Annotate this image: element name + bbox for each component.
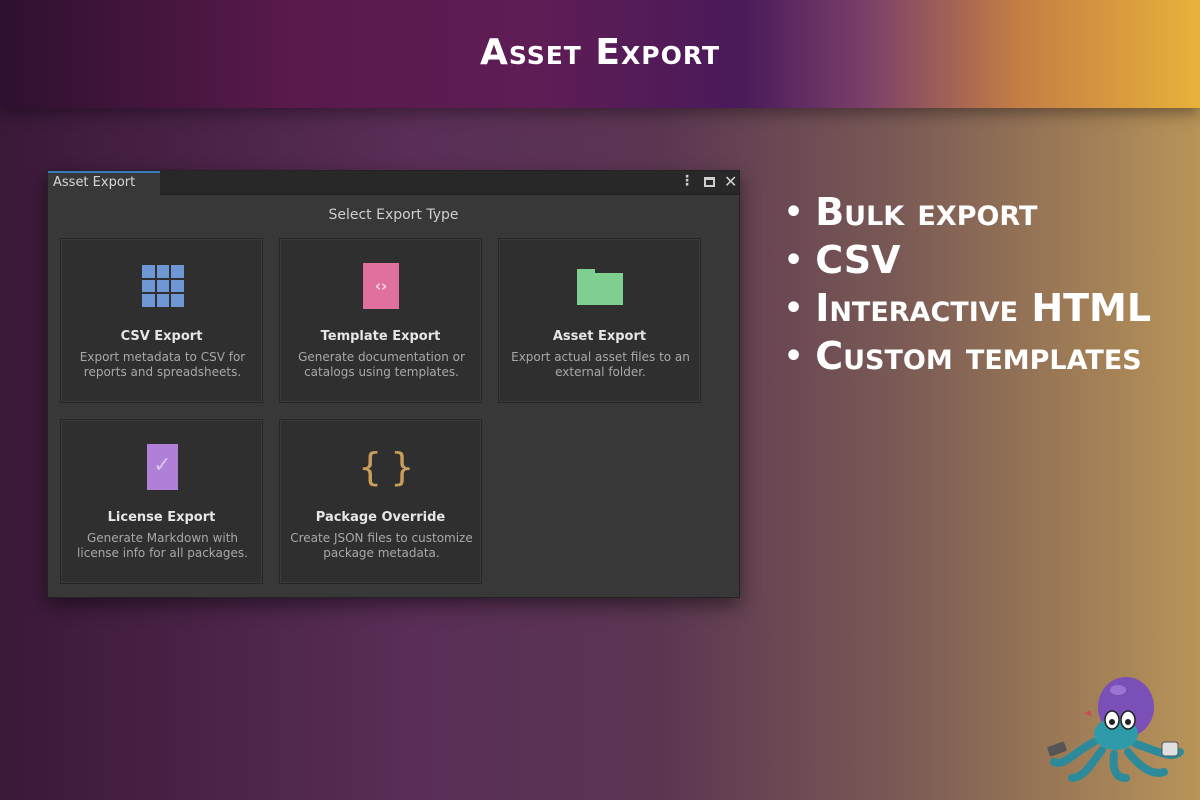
card-description: Export actual asset files to an external… bbox=[511, 350, 690, 379]
card-description: Generate Markdown with license info for … bbox=[77, 531, 248, 560]
license-export-card[interactable]: ✓ License Export Generate Markdown with … bbox=[60, 419, 263, 584]
select-export-type-label: Select Export Type bbox=[328, 207, 459, 223]
template-icon: ‹› bbox=[363, 263, 399, 309]
card-title: CSV Export bbox=[120, 329, 203, 344]
window-titlebar: Asset Export ⋮ ✕ bbox=[48, 171, 739, 195]
window-tab[interactable]: Asset Export bbox=[48, 171, 160, 195]
card-title: Package Override bbox=[315, 510, 446, 525]
card-title: Template Export bbox=[320, 329, 441, 344]
card-title: License Export bbox=[107, 510, 216, 525]
title-banner: Asset Export bbox=[0, 0, 1200, 108]
card-title: Asset Export bbox=[552, 329, 647, 344]
card-description: Create JSON files to customize package m… bbox=[290, 531, 473, 560]
braces-icon: {} bbox=[358, 445, 423, 489]
folder-icon bbox=[577, 269, 623, 305]
license-check-icon: ✓ bbox=[147, 444, 178, 490]
csv-export-card[interactable]: CSV Export Export metadata to CSV for re… bbox=[60, 238, 263, 403]
asset-export-card[interactable]: Asset Export Export actual asset files t… bbox=[498, 238, 701, 403]
card-description: Export metadata to CSV for reports and s… bbox=[79, 350, 246, 379]
octopus-mascot-icon bbox=[1047, 677, 1184, 782]
feature-item: • Interactive HTML bbox=[784, 286, 1152, 330]
package-override-card[interactable]: {} Package Override Create JSON files to… bbox=[279, 419, 482, 584]
maximize-icon[interactable] bbox=[704, 177, 715, 187]
template-export-card[interactable]: ‹› Template Export Generate documentatio… bbox=[279, 238, 482, 403]
feature-item: • Bulk export bbox=[784, 190, 1038, 234]
asset-export-window: Asset Export ⋮ ✕ Select Export Type CSV … bbox=[47, 170, 740, 598]
feature-item: • CSV bbox=[784, 238, 901, 282]
more-options-icon[interactable]: ⋮ bbox=[680, 173, 694, 189]
close-icon[interactable]: ✕ bbox=[724, 172, 737, 191]
card-description: Generate documentation or catalogs using… bbox=[298, 350, 465, 379]
feature-item: • Custom templates bbox=[784, 334, 1142, 378]
feature-list: • Bulk export • CSV • Interactive HTML • Cus… bbox=[784, 188, 1151, 380]
grid-icon bbox=[142, 265, 184, 307]
banner-title: Asset Export bbox=[479, 32, 721, 73]
